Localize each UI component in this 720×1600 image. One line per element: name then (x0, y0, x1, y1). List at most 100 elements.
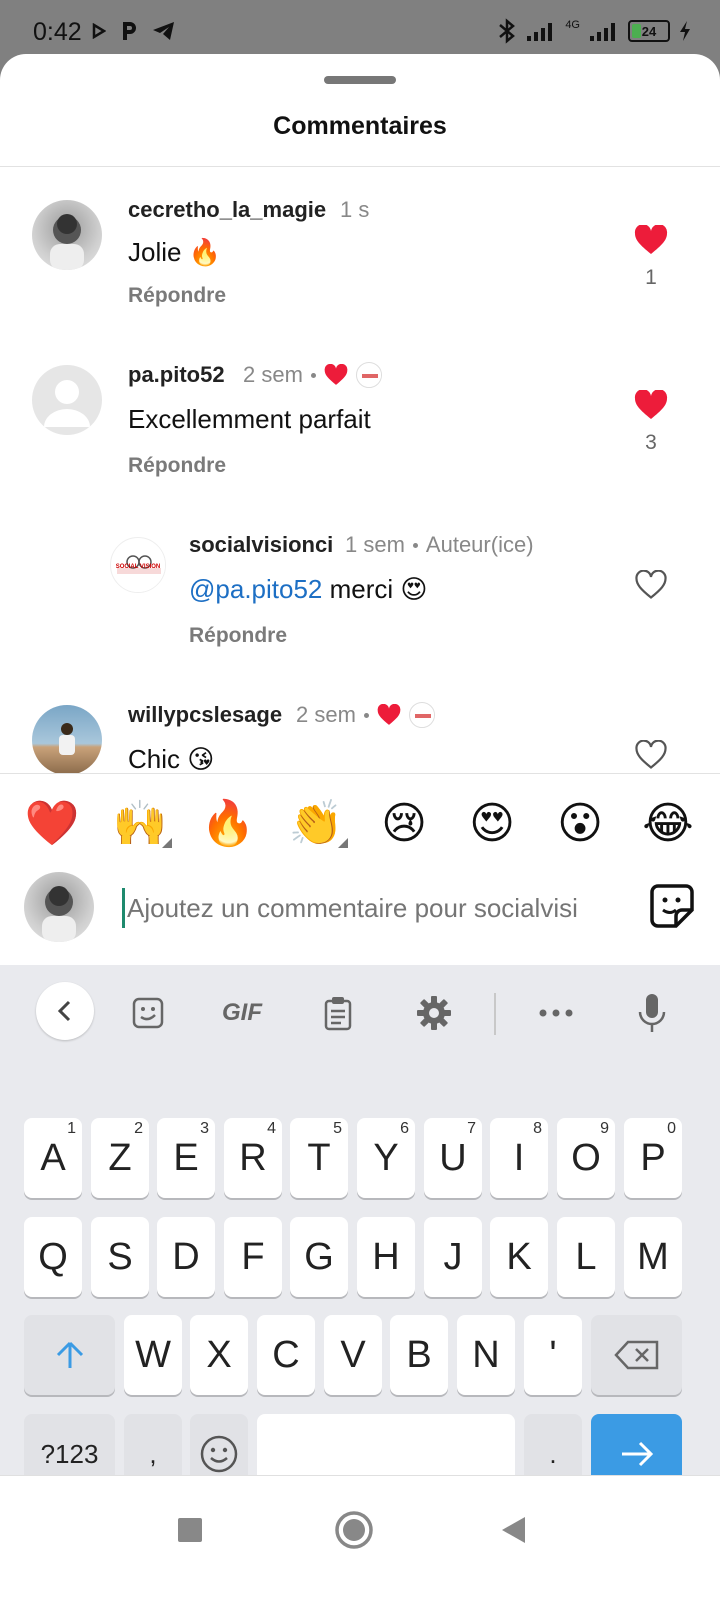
voice-input-button[interactable] (624, 985, 680, 1041)
sticker-button[interactable] (648, 882, 696, 930)
emoji-surprised-button[interactable]: 😮 (552, 796, 608, 852)
key-h[interactable]: H (357, 1217, 415, 1297)
shift-key[interactable] (24, 1315, 115, 1395)
key-g[interactable]: G (290, 1217, 348, 1297)
comment-username[interactable]: socialvisionci (189, 532, 333, 558)
comment-username[interactable]: willypcslesage (128, 702, 282, 728)
comment-input[interactable] (122, 888, 602, 928)
like-button[interactable] (631, 739, 671, 773)
status-bar: 0:42 4G 24 (0, 0, 720, 60)
key-n[interactable]: N (457, 1315, 515, 1395)
comment-time-text: 1 s (340, 197, 370, 222)
key-a[interactable]: A1 (24, 1118, 82, 1198)
key-apostrophe[interactable]: ' (524, 1315, 582, 1395)
heart-outline-icon (635, 569, 667, 599)
comment-username[interactable]: pa.pito52 (128, 362, 225, 388)
key-r[interactable]: R4 (224, 1118, 282, 1198)
sticker-icon (650, 884, 694, 928)
key-x[interactable]: X (190, 1315, 248, 1395)
recents-button[interactable] (166, 1506, 214, 1554)
like-button[interactable]: 3 (631, 389, 671, 455)
smiley-icon (200, 1435, 238, 1473)
key-hint: 6 (400, 1120, 409, 1137)
key-w[interactable]: W (124, 1315, 182, 1395)
key-label: R (239, 1136, 267, 1179)
default-avatar-icon (44, 380, 90, 427)
key-b[interactable]: B (390, 1315, 448, 1395)
key-d[interactable]: D (157, 1217, 215, 1297)
reply-button[interactable]: Répondre (189, 624, 287, 648)
keyboard-sticker-button[interactable] (120, 985, 176, 1041)
comments-list[interactable]: cecretho_la_magie 1 s Jolie 🔥 Répondre 1… (0, 167, 720, 773)
emoji-raised-hands-button[interactable]: 🙌 (112, 796, 172, 852)
toolbar-divider (494, 993, 496, 1035)
network-type: 4G (565, 19, 580, 31)
skin-tone-indicator-icon (338, 838, 348, 848)
keyboard-back-button[interactable] (36, 982, 94, 1040)
square-icon (178, 1518, 202, 1542)
key-l[interactable]: L (557, 1217, 615, 1297)
key-y[interactable]: Y6 (357, 1118, 415, 1198)
mention-link[interactable]: @pa.pito52 (189, 574, 322, 604)
battery-level: 24 (641, 23, 657, 39)
comment-text-body: merci 😍 (322, 574, 428, 604)
comment-item: cecretho_la_magie 1 s Jolie 🔥 Répondre 1 (0, 167, 720, 337)
key-u[interactable]: U7 (424, 1118, 482, 1198)
key-k[interactable]: K (490, 1217, 548, 1297)
key-label: Y (373, 1136, 399, 1179)
charging-icon (680, 21, 690, 41)
like-button[interactable] (631, 569, 671, 605)
key-i[interactable]: I8 (490, 1118, 548, 1198)
emoji-heart-button[interactable]: ❤️ (24, 796, 80, 852)
key-v[interactable]: V (324, 1315, 382, 1395)
skin-tone-indicator-icon (162, 838, 172, 848)
separator-dot (363, 712, 369, 718)
emoji-glyph: 👏 (288, 799, 344, 848)
key-m[interactable]: M (624, 1217, 682, 1297)
emoji-heart-eyes-button[interactable]: 😍 (464, 796, 520, 852)
key-p[interactable]: P0 (624, 1118, 682, 1198)
emoji-clap-button[interactable]: 👏 (288, 796, 348, 852)
key-f[interactable]: F (224, 1217, 282, 1297)
keyboard-settings-button[interactable] (406, 985, 462, 1041)
emoji-laughing-button[interactable]: 😂 (640, 796, 696, 852)
author-liked-heart-icon (324, 364, 348, 385)
keyboard-more-button[interactable] (528, 985, 584, 1041)
status-notification-icons (92, 20, 176, 42)
back-button[interactable] (490, 1506, 538, 1554)
reply-button[interactable]: Répondre (128, 454, 226, 478)
emoji-crying-button[interactable]: 😢 (376, 796, 432, 852)
reply-button[interactable]: Répondre (128, 284, 226, 308)
key-s[interactable]: S (91, 1217, 149, 1297)
key-o[interactable]: O9 (557, 1118, 615, 1198)
author-badge: Auteur(ice) (425, 532, 534, 557)
comment-composer: ❤️ 🙌 🔥 👏 😢 😍 😮 😂 (0, 773, 720, 965)
avatar[interactable] (32, 705, 102, 773)
keyboard-toolbar: GIF (0, 965, 720, 1055)
key-t[interactable]: T5 (290, 1118, 348, 1198)
key-e[interactable]: E3 (157, 1118, 215, 1198)
comment-username[interactable]: cecretho_la_magie (128, 197, 326, 223)
circle-icon (335, 1511, 373, 1549)
comment-text: Excellemment parfait (128, 404, 371, 434)
emoji-fire-button[interactable]: 🔥 (200, 796, 256, 852)
sheet-drag-handle[interactable] (324, 76, 396, 84)
separator-dot (412, 542, 418, 548)
avatar[interactable] (32, 365, 102, 435)
clipboard-icon (324, 997, 352, 1031)
avatar[interactable]: SOCIAL VISION (110, 537, 166, 593)
signal-icon-2 (590, 23, 615, 41)
backspace-key[interactable] (591, 1315, 682, 1395)
key-q[interactable]: Q (24, 1217, 82, 1297)
home-button[interactable] (330, 1506, 378, 1554)
author-liked-heart-icon (377, 704, 401, 725)
gif-button[interactable]: GIF (214, 985, 270, 1041)
key-hint: 4 (267, 1120, 276, 1137)
avatar[interactable] (32, 200, 102, 270)
key-c[interactable]: C (257, 1315, 315, 1395)
clipboard-button[interactable] (310, 985, 366, 1041)
key-j[interactable]: J (424, 1217, 482, 1297)
like-button[interactable]: 1 (631, 224, 671, 290)
quick-emoji-bar: ❤️ 🙌 🔥 👏 😢 😍 😮 😂 (24, 796, 696, 852)
key-z[interactable]: Z2 (91, 1118, 149, 1198)
